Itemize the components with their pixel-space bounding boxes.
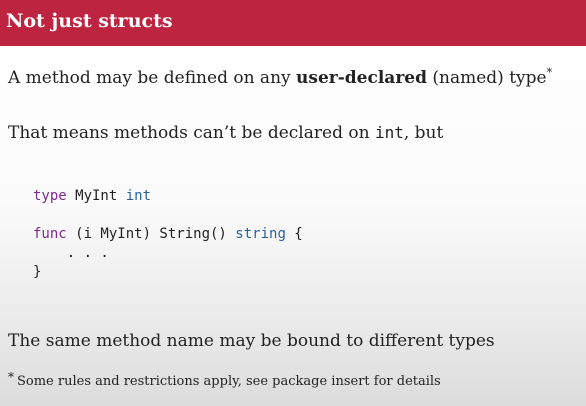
para1-text-after: (named) type [426, 68, 547, 88]
code-open-brace: { [285, 226, 303, 242]
code-keyword-func: func [33, 226, 67, 242]
para2-text: That means methods can’t be declared on [8, 123, 375, 143]
paragraph-same-method-name: The same method name may be bound to dif… [8, 331, 495, 351]
para1-text: A method may be defined on any [8, 68, 297, 88]
footnote: * Some rules and restrictions apply, see … [8, 370, 441, 389]
para1-footnote-marker: * [546, 66, 553, 79]
paragraph-int-restriction: That means methods can’t be declared on … [8, 123, 443, 143]
code-close-brace: } [33, 264, 42, 280]
footnote-text: Some rules and restrictions apply, see p… [17, 374, 441, 389]
code-builtin-string: string [235, 226, 286, 242]
title-bar: Not just structs [0, 0, 586, 46]
code-builtin-int: int [125, 188, 152, 204]
code-block: type MyInt int func (i MyInt) String() s… [33, 187, 303, 282]
para1-bold: user-declared [296, 68, 427, 88]
paragraph-method-definition: A method may be defined on any user-decl… [8, 66, 553, 88]
para2-text-after: , but [403, 123, 444, 143]
code-func-signature: (i MyInt) String() [66, 226, 236, 242]
footnote-marker: * [8, 370, 14, 384]
slide-title: Not just structs [6, 10, 173, 32]
code-type-name: MyInt [66, 188, 126, 204]
code-ellipsis: . . . [33, 245, 109, 261]
code-keyword-type: type [33, 188, 67, 204]
para2-code: int [374, 123, 404, 142]
